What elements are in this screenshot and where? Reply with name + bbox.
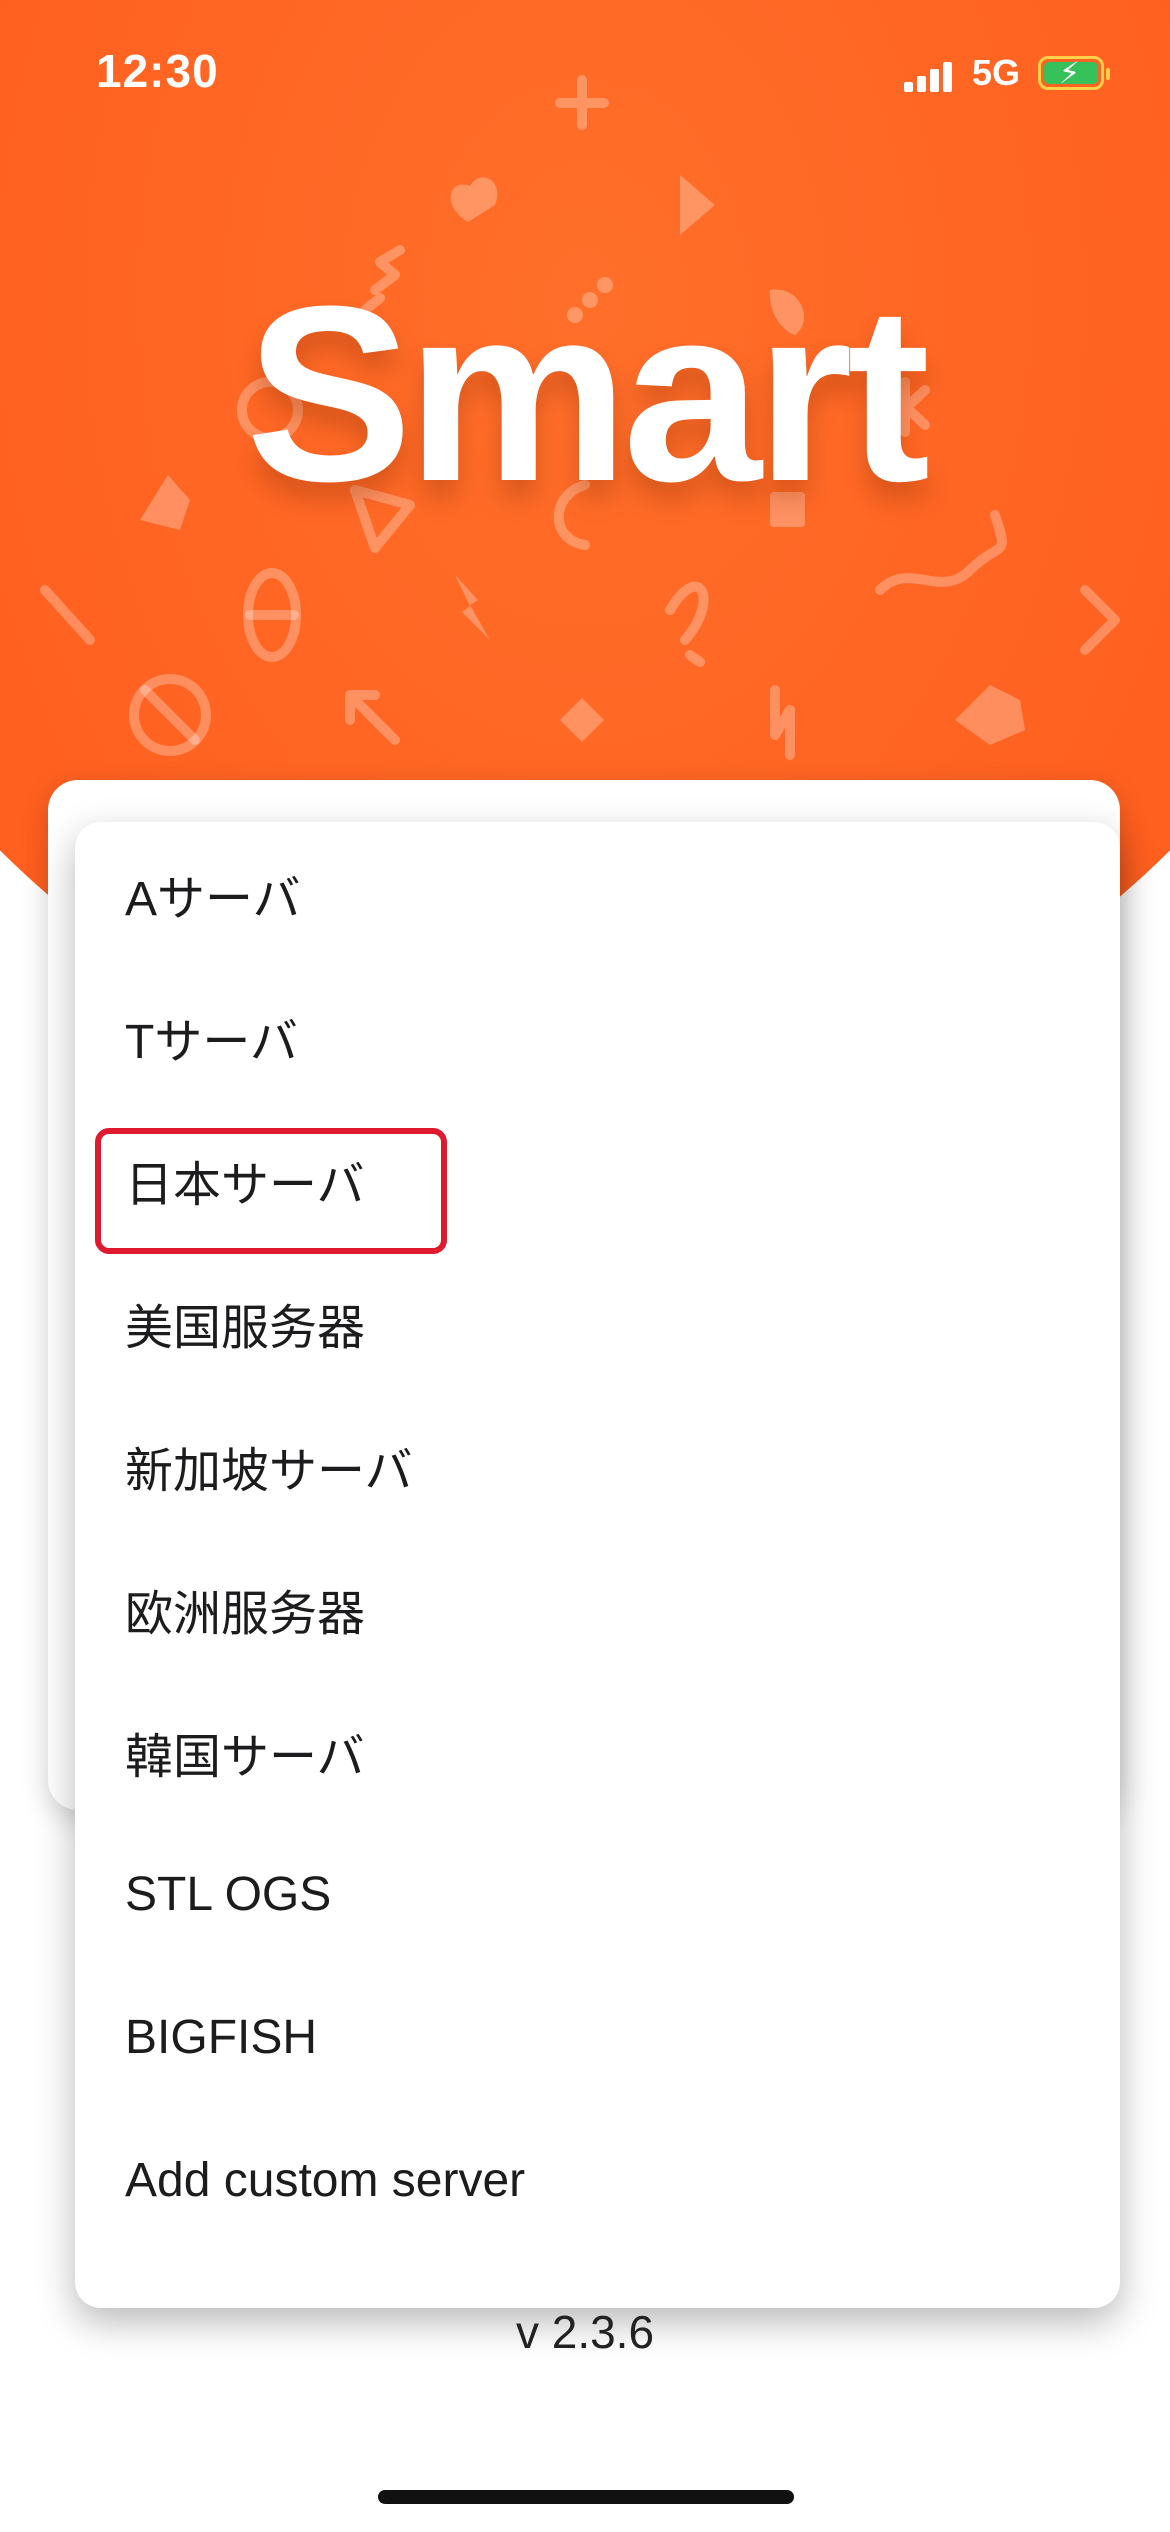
server-dropdown-menu[interactable]: Aサーバ Tサーバ 日本サーバ 美国服务器 新加坡サーバ 欧洲服务器 韓国サーバ… (75, 822, 1120, 2308)
server-option-t[interactable]: Tサーバ (75, 965, 1120, 1108)
arrow-doodle-icon (345, 690, 400, 745)
server-option-label: 韓国サーバ (125, 1730, 365, 1784)
triangle-doodle-icon (680, 175, 715, 235)
server-option-stl-ogs[interactable]: STL OGS (75, 1823, 1120, 1966)
server-option-label: 新加坡サーバ (125, 1444, 413, 1498)
server-option-us[interactable]: 美国服务器 (75, 1251, 1120, 1394)
chevron-doodle-icon (1080, 585, 1120, 655)
diamond-doodle-icon (560, 698, 604, 742)
server-option-singapore[interactable]: 新加坡サーバ (75, 1394, 1120, 1537)
server-option-label: Add custom server (125, 2154, 526, 2207)
question-doodle-icon (665, 581, 709, 667)
server-option-label: 美国服务器 (125, 1301, 366, 1355)
heart-doodle-icon (450, 177, 498, 222)
server-option-label: BIGFISH (125, 2011, 318, 2064)
server-option-bigfish[interactable]: BIGFISH (75, 1966, 1120, 2109)
server-option-label: Tサーバ (125, 1015, 298, 1069)
network-type: 5G (972, 52, 1021, 93)
add-custom-server-option[interactable]: Add custom server (75, 2109, 1120, 2252)
lightning-doodle-icon (455, 575, 490, 640)
server-option-label: Aサーバ (125, 872, 301, 926)
tag-doodle-icon (955, 685, 1025, 745)
server-option-korea[interactable]: 韓国サーバ (75, 1680, 1120, 1823)
battery-charging-icon: ⚡ (1038, 56, 1110, 90)
signal-strength-icon (904, 60, 954, 92)
server-option-a[interactable]: Aサーバ (75, 822, 1120, 965)
server-option-label: 欧洲服务器 (125, 1587, 366, 1641)
home-indicator[interactable] (378, 2490, 794, 2504)
bolt-line-doodle-icon (770, 685, 795, 760)
app-logo: Smart (245, 254, 931, 533)
server-option-label: 日本サーバ (125, 1158, 365, 1212)
server-option-europe[interactable]: 欧洲服务器 (75, 1537, 1120, 1680)
app-version: v 2.3.6 (515, 2306, 655, 2358)
status-time: 12:30 (96, 45, 219, 97)
line-doodle-icon (40, 585, 95, 645)
server-option-japan[interactable]: 日本サーバ (75, 1108, 1120, 1254)
server-option-label: STL OGS (125, 1868, 332, 1921)
status-bar: 12:30 5G ⚡ (0, 0, 1170, 150)
